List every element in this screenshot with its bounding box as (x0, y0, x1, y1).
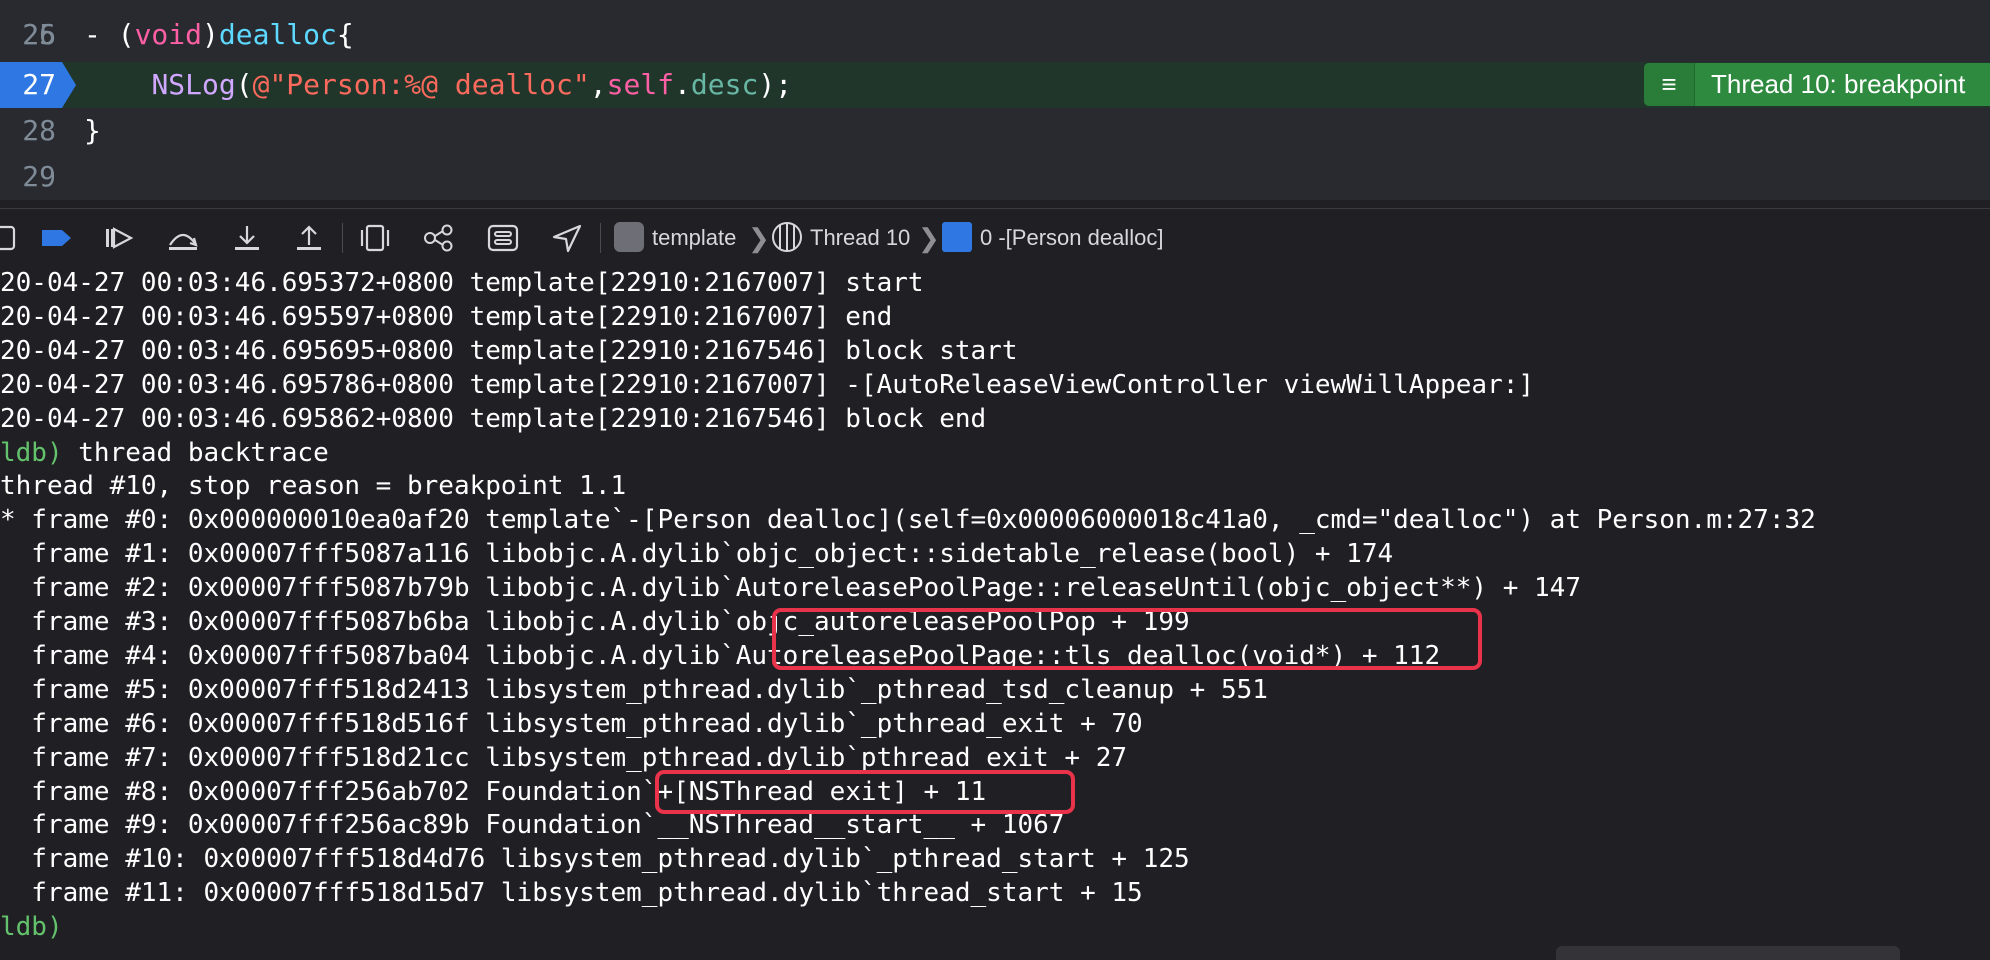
console-text: 20-04-27 00:03:46.695372+0800 template[2… (0, 268, 924, 298)
console-text: frame #1: 0x00007fff5087a116 libobjc.A.d… (0, 539, 1394, 570)
chevron-right-icon: ❯ (748, 223, 770, 253)
console-text: thread backtrace (62, 437, 329, 468)
breadcrumb-target[interactable]: template (614, 209, 736, 267)
chevron-right-icon: ❯ (918, 223, 940, 253)
console-command-line: ldb) thread backtrace (0, 436, 329, 470)
console-text: frame #6: 0x00007fff518d516f libsystem_p… (0, 708, 1143, 739)
line-number: 27 (22, 68, 56, 101)
code-token: ); (758, 68, 793, 101)
code-text: - (void)dealloc{ (84, 12, 354, 58)
breakpoint-annotation-text: Thread 10: breakpoint (1711, 69, 1966, 99)
breadcrumb-frame[interactable]: 0 -[Person dealloc] (942, 209, 1163, 267)
console-filter-handle[interactable] (1556, 946, 1900, 960)
console-output-line: 20-04-27 00:03:46.695597+0800 template[2… (0, 300, 892, 334)
line-number: 28 (22, 114, 56, 147)
console-text: frame #10: 0x00007fff518d4d76 libsystem_… (0, 844, 1190, 875)
code-token: ( (235, 68, 253, 101)
code-token: @"Person:%@ dealloc" (252, 68, 590, 101)
console-output-line: 20-04-27 00:03:46.695372+0800 template[2… (0, 266, 924, 300)
debug-console[interactable]: 20-04-27 00:03:46.695372+0800 template[2… (0, 266, 1990, 960)
console-text: frame #2: 0x00007fff5087b79b libobjc.A.d… (0, 573, 1581, 604)
code-token: { (336, 18, 354, 51)
hide-debug-area-icon[interactable] (0, 223, 18, 253)
code-token: void (134, 18, 203, 51)
app-target-icon (614, 222, 644, 253)
code-token: - ( (84, 18, 135, 51)
breadcrumb-label: 0 -[Person dealloc] (980, 225, 1164, 250)
step-over-icon[interactable] (166, 223, 200, 253)
step-into-icon[interactable] (230, 223, 264, 253)
code-token: ) (202, 18, 219, 51)
console-text: frame #9: 0x00007fff256ac89b Foundation`… (0, 810, 1065, 841)
console-output-line: frame #5: 0x00007fff518d2413 libsystem_p… (0, 673, 1268, 707)
console-output-line: 20-04-27 00:03:46.695695+0800 template[2… (0, 334, 1017, 368)
toolbar-divider (600, 223, 601, 253)
console-output-line: frame #2: 0x00007fff5087b79b libobjc.A.d… (0, 571, 1581, 605)
code-token: . (674, 68, 691, 101)
console-text: frame #7: 0x00007fff518d21cc libsystem_p… (0, 742, 1128, 773)
code-token: } (84, 114, 101, 147)
console-output-line: 20-04-27 00:03:46.695786+0800 template[2… (0, 368, 1534, 402)
code-line[interactable]: 25 (0, 0, 1990, 51)
lldb-prompt: ldb) (0, 437, 63, 468)
memory-graph-icon[interactable] (422, 223, 456, 253)
console-text: frame #5: 0x00007fff518d2413 libsystem_p… (0, 674, 1268, 705)
console-text: 20-04-27 00:03:46.695597+0800 template[2… (0, 301, 893, 332)
line-number: 26 (22, 18, 56, 51)
lldb-prompt: ldb) (0, 912, 63, 943)
code-token: , (589, 68, 607, 101)
breadcrumb-label: Thread 10 (810, 225, 911, 250)
console-output-line: frame #11: 0x00007fff518d15d7 libsystem_… (0, 876, 1143, 910)
console-output-line: * frame #0: 0x000000010ea0af20 template`… (0, 503, 1816, 537)
highlight-box (655, 770, 1075, 814)
code-line[interactable]: 29 (0, 154, 1990, 200)
debug-view-hierarchy-icon[interactable] (358, 223, 392, 253)
toolbar-divider (342, 223, 343, 253)
console-text: 20-04-27 00:03:46.695862+0800 template[2… (0, 403, 987, 434)
code-text: } (84, 108, 101, 154)
code-token: self (606, 68, 675, 101)
debug-bar: template ❯ Thread 10 ❯ 0 -[Person deallo… (0, 208, 1990, 268)
console-text: 20-04-27 00:03:46.695695+0800 template[2… (0, 335, 1018, 366)
code-token: desc (690, 68, 759, 101)
thread-icon (772, 222, 802, 253)
console-text: frame #11: 0x00007fff518d15d7 libsystem_… (0, 878, 1143, 909)
highlight-box (772, 608, 1482, 670)
console-text: 20-04-27 00:03:46.695786+0800 template[2… (0, 369, 1535, 400)
console-output-line: frame #6: 0x00007fff518d516f libsystem_p… (0, 707, 1143, 741)
code-line[interactable]: 28} (0, 108, 1990, 154)
code-text: NSLog(@"Person:%@ dealloc",self.desc); (84, 62, 792, 108)
code-token: NSLog (151, 68, 236, 101)
console-text: * frame #0: 0x000000010ea0af20 template`… (0, 505, 1816, 536)
breakpoints-toggle-icon[interactable] (40, 223, 74, 253)
breakpoint-marker[interactable]: 27 (0, 62, 76, 108)
list-icon: ≡ (1644, 63, 1695, 106)
source-editor[interactable]: 25 26- (void)dealloc{27 NSLog(@"Person:%… (0, 0, 1990, 200)
console-output-line: 20-04-27 00:03:46.695862+0800 template[2… (0, 402, 986, 436)
console-output-line: frame #10: 0x00007fff518d4d76 libsystem_… (0, 842, 1190, 876)
environment-overrides-icon[interactable] (486, 223, 520, 253)
breadcrumb-label: template (652, 225, 737, 250)
console-output-line: frame #1: 0x00007fff5087a116 libobjc.A.d… (0, 537, 1393, 571)
console-text: thread #10, stop reason = breakpoint 1.1 (0, 471, 627, 502)
code-token: dealloc (218, 18, 337, 51)
step-out-icon[interactable] (292, 223, 326, 253)
line-number: 29 (22, 160, 56, 193)
console-command-line: ldb) (0, 910, 63, 944)
code-line[interactable]: 26 - (void)dealloc{ (0, 12, 1990, 58)
stack-frame-icon (942, 222, 972, 253)
console-output-line: thread #10, stop reason = breakpoint 1.1 (0, 469, 626, 503)
breadcrumb-thread[interactable]: Thread 10 (772, 209, 910, 267)
breakpoint-annotation[interactable]: ≡ Thread 10: breakpoint (1644, 63, 1990, 106)
continue-icon[interactable] (103, 223, 137, 253)
simulate-location-icon[interactable] (550, 223, 584, 253)
